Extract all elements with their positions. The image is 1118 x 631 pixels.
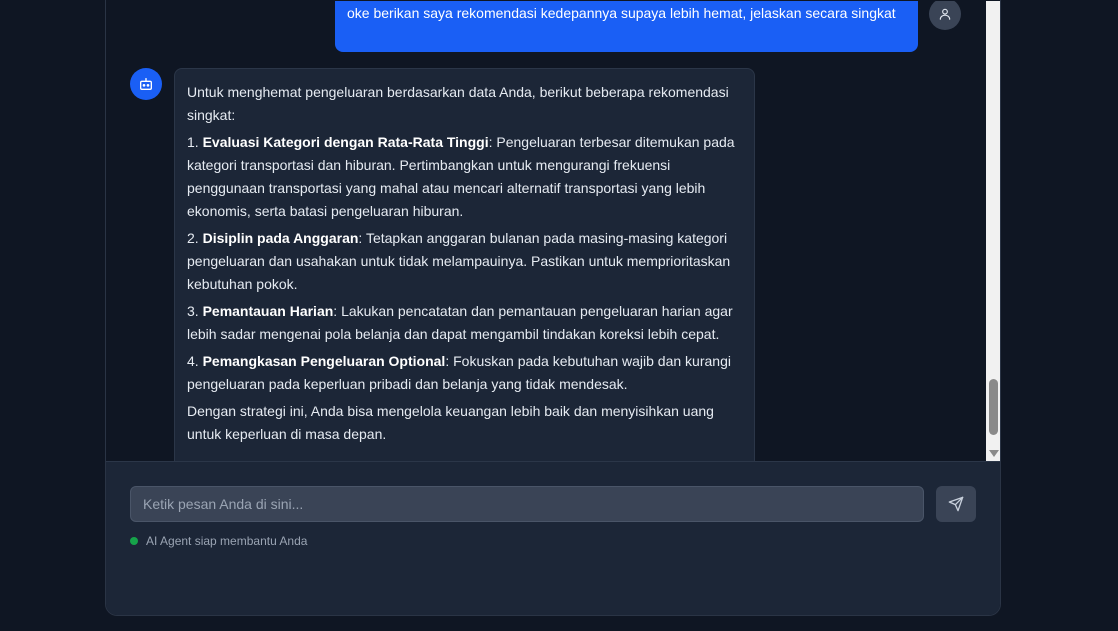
recommendation-title: Pemangkasan Pengeluaran Optional xyxy=(202,353,446,369)
recommendation-number: 1. xyxy=(187,134,199,150)
user-avatar xyxy=(929,1,961,30)
recommendation-title: Pemantauan Harian xyxy=(202,303,334,319)
composer: AI Agent siap membantu Anda xyxy=(106,461,1000,615)
send-button[interactable] xyxy=(936,486,976,522)
send-icon xyxy=(948,496,964,512)
chat-window: oke berikan saya rekomendasi kedepannya … xyxy=(105,0,1001,616)
agent-status: AI Agent siap membantu Anda xyxy=(130,534,307,548)
assistant-closing: Dengan strategi ini, Anda bisa mengelola… xyxy=(187,403,714,442)
recommendation-item: 3. Pemantauan Harian: Lakukan pencatatan… xyxy=(187,300,742,346)
recommendation-number: 4. xyxy=(187,353,199,369)
user-message-text: oke berikan saya rekomendasi kedepannya … xyxy=(347,5,896,21)
message-input[interactable] xyxy=(130,486,924,522)
assistant-intro: Untuk menghemat pengeluaran berdasarkan … xyxy=(187,84,729,123)
recommendation-title: Evaluasi Kategori dengan Rata-Rata Tingg… xyxy=(202,134,489,150)
recommendation-item: 1. Evaluasi Kategori dengan Rata-Rata Ti… xyxy=(187,131,742,223)
assistant-message-bubble: Untuk menghemat pengeluaran berdasarkan … xyxy=(174,68,755,461)
status-indicator xyxy=(130,537,138,545)
scroll-down-arrow-icon[interactable] xyxy=(989,450,999,457)
recommendation-item: 4. Pemangkasan Pengeluaran Optional: Fok… xyxy=(187,350,742,396)
bot-avatar xyxy=(130,68,162,100)
recommendation-number: 2. xyxy=(187,230,199,246)
recommendation-number: 3. xyxy=(187,303,199,319)
bot-icon xyxy=(140,78,152,90)
chat-scrollbar[interactable] xyxy=(986,1,1000,461)
recommendation-title: Disiplin pada Anggaran xyxy=(202,230,359,246)
message-list: oke berikan saya rekomendasi kedepannya … xyxy=(106,1,986,461)
scrollbar-thumb[interactable] xyxy=(989,379,998,435)
recommendation-item: 2. Disiplin pada Anggaran: Tetapkan angg… xyxy=(187,227,742,296)
user-icon xyxy=(939,8,951,20)
status-text: AI Agent siap membantu Anda xyxy=(146,534,308,548)
user-message-bubble: oke berikan saya rekomendasi kedepannya … xyxy=(335,1,918,52)
